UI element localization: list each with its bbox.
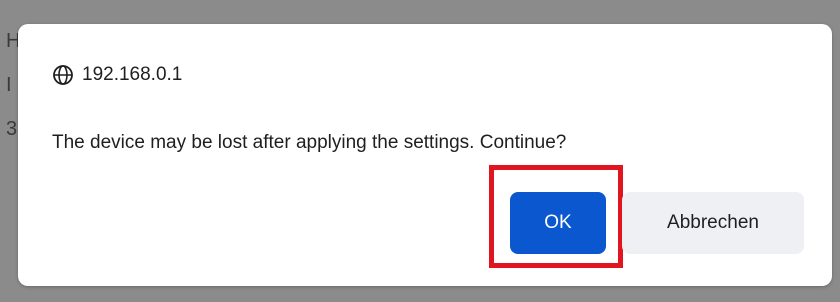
- backdrop-text-fragment: 3: [6, 118, 18, 140]
- cancel-button[interactable]: Abbrechen: [622, 192, 804, 254]
- dialog-origin: 192.168.0.1: [52, 62, 182, 88]
- confirm-dialog: 192.168.0.1 The device may be lost after…: [18, 24, 832, 286]
- dialog-message: The device may be lost after applying th…: [52, 132, 567, 153]
- backdrop-text-fragment: I: [6, 74, 12, 96]
- origin-address: 192.168.0.1: [82, 64, 183, 85]
- ok-button[interactable]: OK: [510, 192, 606, 254]
- globe-icon: [52, 64, 74, 86]
